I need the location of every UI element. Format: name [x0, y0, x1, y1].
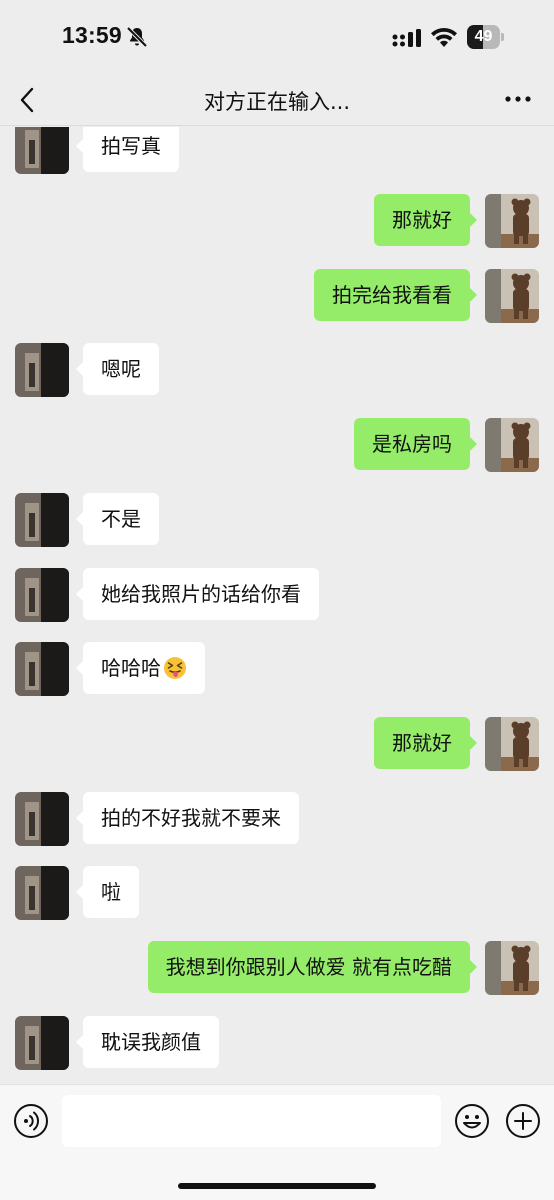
message-bubble[interactable]: 她给我照片的话给你看 [76, 568, 319, 620]
battery-level: 49 [474, 28, 493, 45]
message-bubble[interactable]: 拍完给我看看 [314, 269, 477, 321]
battery-body: 49 [467, 25, 500, 49]
contact-avatar[interactable] [15, 642, 69, 696]
message-bubble[interactable]: 那就好 [374, 194, 477, 246]
plus-icon[interactable] [505, 1103, 541, 1139]
message-bubble[interactable]: 不是 [76, 493, 159, 545]
battery-indicator: 49 [467, 25, 504, 49]
message-bubble[interactable]: 拍的不好我就不要来 [76, 792, 299, 844]
self-avatar[interactable] [485, 418, 539, 472]
message-row: 嗯呢 [0, 343, 554, 399]
contact-avatar[interactable] [15, 343, 69, 397]
message-row: 拍的不好我就不要来 [0, 792, 554, 848]
message-row: 哈哈哈 [0, 642, 554, 698]
message-bubble[interactable]: 是私房吗 [354, 418, 477, 470]
input-bar [0, 1084, 554, 1200]
self-avatar[interactable] [485, 194, 539, 248]
message-row: 拍完给我看看 [0, 269, 554, 325]
message-row: 是私房吗 [0, 418, 554, 474]
message-input[interactable] [62, 1095, 441, 1147]
chat-header: 对方正在输入... [0, 74, 554, 126]
self-avatar[interactable] [485, 717, 539, 771]
contact-avatar[interactable] [15, 792, 69, 846]
tongue-out-squint-emoji-icon [164, 657, 186, 679]
message-row: 啦 [0, 866, 554, 922]
status-bar: 13:59 49 [0, 0, 554, 74]
message-row: 我想到你跟别人做爱 就有点吃醋 [0, 941, 554, 997]
message-text: 哈哈哈 [101, 656, 161, 680]
more-dots-icon[interactable] [504, 94, 532, 104]
contact-avatar[interactable] [15, 493, 69, 547]
chat-title: 对方正在输入... [203, 90, 351, 114]
message-row: 那就好 [0, 194, 554, 250]
message-row: 不是 [0, 493, 554, 549]
status-time: 13:59 [62, 22, 122, 48]
bell-slash-icon [126, 26, 148, 48]
signal-icon [392, 29, 421, 47]
contact-avatar[interactable] [15, 127, 69, 174]
message-bubble[interactable]: 啦 [76, 866, 139, 918]
voice-icon[interactable] [13, 1103, 49, 1139]
wifi-icon [431, 27, 457, 47]
message-bubble[interactable]: 哈哈哈 [76, 642, 205, 694]
message-bubble[interactable]: 那就好 [374, 717, 477, 769]
contact-avatar[interactable] [15, 568, 69, 622]
message-row: 她给我照片的话给你看 [0, 568, 554, 624]
message-bubble[interactable]: 嗯呢 [76, 343, 159, 395]
self-avatar[interactable] [485, 269, 539, 323]
message-bubble[interactable]: 耽误我颜值 [76, 1016, 219, 1068]
home-indicator[interactable] [178, 1183, 376, 1189]
emoji-icon[interactable] [454, 1103, 490, 1139]
message-bubble[interactable]: 拍写真 [76, 127, 179, 172]
message-bubble[interactable]: 我想到你跟别人做爱 就有点吃醋 [147, 941, 478, 993]
battery-cap [501, 33, 504, 41]
chat-messages[interactable]: 拍写真 那就好 拍完给我看看 嗯呢 是私房吗 不是 她给我照片的话给你看 哈哈哈… [0, 127, 554, 1084]
message-row: 拍写真 [0, 127, 554, 176]
self-avatar[interactable] [485, 941, 539, 995]
message-row: 耽误我颜值 [0, 1016, 554, 1072]
contact-avatar[interactable] [15, 866, 69, 920]
message-row: 那就好 [0, 717, 554, 773]
contact-avatar[interactable] [15, 1016, 69, 1070]
